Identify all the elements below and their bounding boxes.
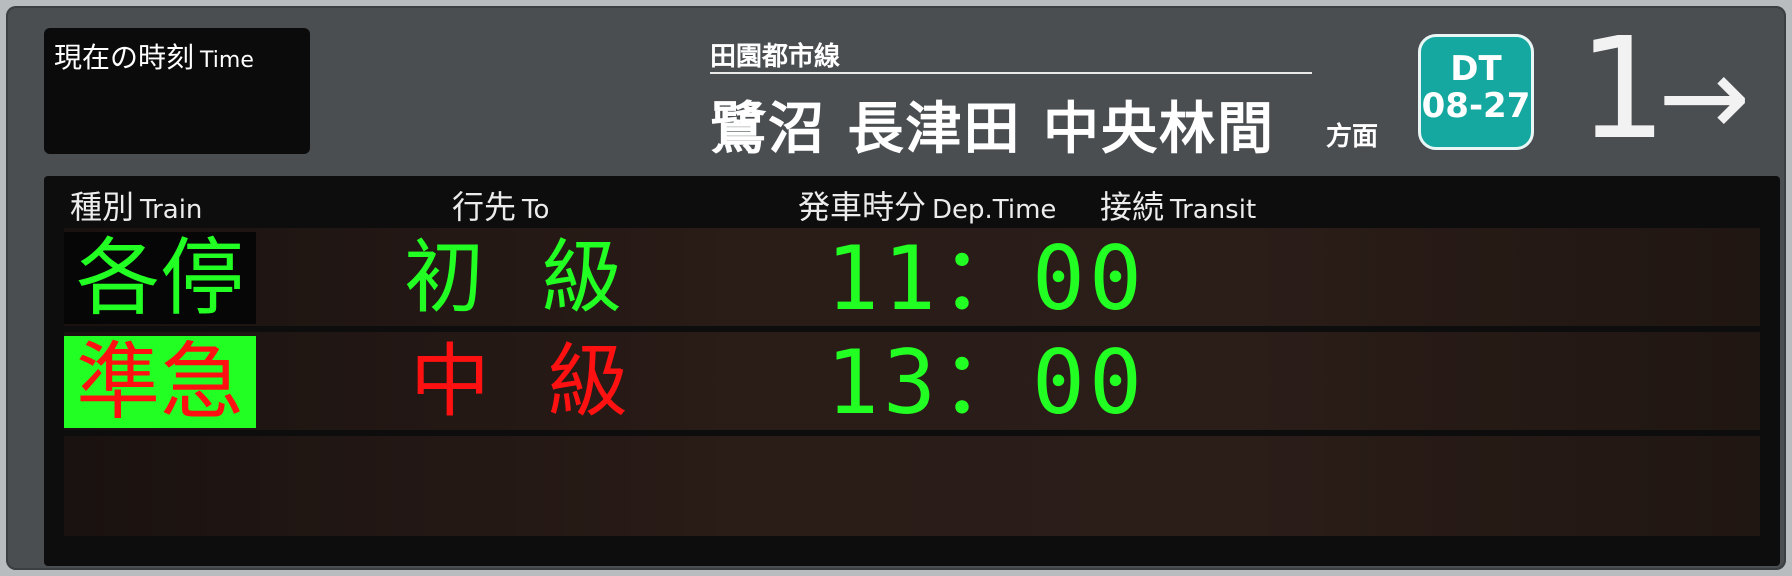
header-to: 行先 To xyxy=(452,182,549,228)
direction-destinations: 鷺沼 長津田 中央林間 xyxy=(710,97,1275,162)
destination: 初級 xyxy=(404,231,680,324)
current-time-label-en: Time xyxy=(200,48,254,73)
header-departure-time: 発車時分 Dep.Time xyxy=(798,182,1056,228)
header-to-en: To xyxy=(522,195,550,225)
departure-row: 準急 中級 13：00 xyxy=(64,332,1760,430)
station-number: 08-27 xyxy=(1421,86,1531,126)
destination: 中級 xyxy=(410,335,686,428)
line-name: 田園都市線 xyxy=(710,42,841,72)
departure-row: 各停 初級 11：00 xyxy=(64,228,1760,326)
header-train-ja: 種別 xyxy=(70,188,135,226)
current-time-label: 現在の時刻 Time xyxy=(54,36,254,76)
header-transit-ja: 接続 xyxy=(1100,188,1165,226)
header-transit: 接続 Transit xyxy=(1100,182,1256,228)
current-time-label-ja: 現在の時刻 xyxy=(54,41,195,74)
departure-time: 11：00 xyxy=(826,227,1146,330)
header-train: 種別 Train xyxy=(70,182,202,228)
header-transit-en: Transit xyxy=(1170,195,1257,225)
header-to-ja: 行先 xyxy=(452,188,517,226)
train-type-badge: 準急 xyxy=(64,336,256,428)
header-train-en: Train xyxy=(140,195,203,225)
departure-time: 13：00 xyxy=(826,331,1146,434)
line-code: DT xyxy=(1450,49,1502,89)
current-time-display: 現在の時刻 Time xyxy=(44,28,310,154)
station-number-badge: DT 08-27 xyxy=(1418,34,1534,150)
header-dep-en: Dep.Time xyxy=(932,195,1057,225)
header-dep-ja: 発車時分 xyxy=(798,188,927,226)
direction-divider xyxy=(710,72,1312,74)
right-arrow-icon: → xyxy=(1658,33,1751,161)
departure-rows: 各停 初級 11：00 準急 中級 13：00 xyxy=(64,228,1760,538)
departure-row-empty xyxy=(64,436,1760,536)
direction-suffix: 方面 xyxy=(1326,122,1379,152)
departure-board: 現在の時刻 Time 田園都市線 鷺沼 長津田 中央林間 方面 DT 08-27 … xyxy=(6,6,1786,570)
train-type-badge: 各停 xyxy=(64,232,256,324)
platform-number: 1 xyxy=(1578,8,1668,171)
